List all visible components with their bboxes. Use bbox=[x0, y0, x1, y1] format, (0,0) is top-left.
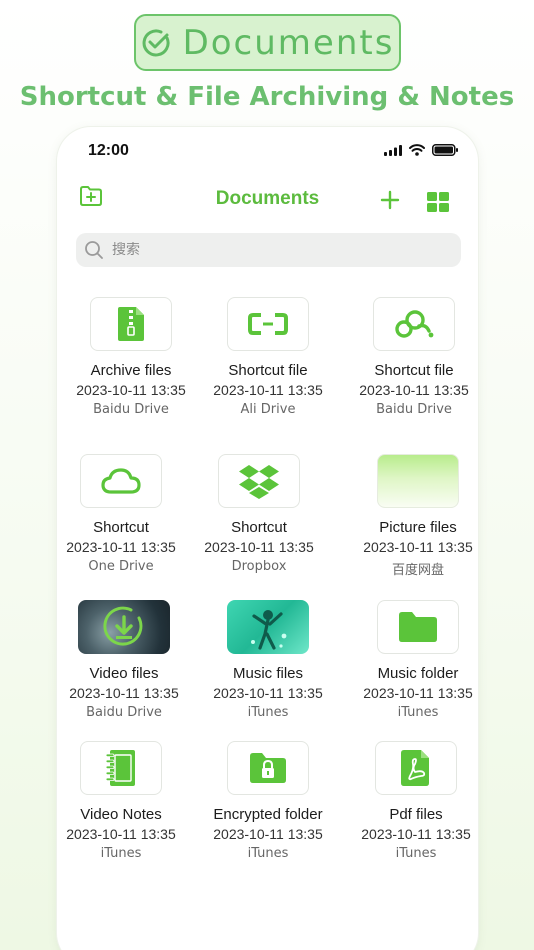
file-tile[interactable]: Picture files 2023-10-11 13:35 百度网盘 bbox=[344, 454, 492, 578]
file-date: 2023-10-11 13:35 bbox=[359, 382, 469, 398]
file-date: 2023-10-11 13:35 bbox=[66, 826, 176, 842]
cloud-icon bbox=[101, 468, 141, 494]
file-source: Baidu Drive bbox=[93, 402, 169, 417]
lock-folder-icon bbox=[250, 753, 286, 783]
file-date: 2023-10-11 13:35 bbox=[66, 539, 176, 555]
grid-icon bbox=[427, 192, 449, 212]
file-date: 2023-10-11 13:35 bbox=[361, 826, 471, 842]
file-name: Video Notes bbox=[80, 806, 162, 823]
video-thumbnail bbox=[78, 600, 170, 654]
file-tile[interactable]: Music files 2023-10-11 13:35 iTunes bbox=[194, 600, 342, 720]
battery-icon bbox=[432, 144, 458, 156]
file-source: Baidu Drive bbox=[376, 402, 452, 417]
file-name: Music files bbox=[232, 665, 303, 682]
file-source: Baidu Drive bbox=[86, 705, 162, 720]
search-input[interactable] bbox=[112, 242, 442, 258]
tagline: Shortcut & File Archiving & Notes bbox=[19, 82, 515, 112]
file-source: One Drive bbox=[88, 559, 154, 574]
signal-icon bbox=[384, 144, 402, 156]
archive-file-icon bbox=[118, 307, 144, 341]
folder-icon bbox=[399, 612, 437, 642]
wifi-icon bbox=[409, 144, 425, 156]
file-thumb bbox=[373, 297, 455, 351]
file-tile[interactable]: Shortcut 2023-10-11 13:35 One Drive bbox=[47, 454, 195, 574]
grid-view-button[interactable] bbox=[427, 192, 449, 217]
file-name: Shortcut bbox=[93, 519, 149, 536]
notebook-icon bbox=[106, 750, 135, 786]
dropbox-icon bbox=[239, 465, 279, 499]
file-date: 2023-10-11 13:35 bbox=[213, 826, 323, 842]
file-source: iTunes bbox=[247, 846, 289, 861]
file-name: Music folder bbox=[377, 665, 459, 682]
baidu-cloud-icon bbox=[395, 310, 434, 338]
file-source: Ali Drive bbox=[240, 402, 296, 417]
file-name: Shortcut bbox=[231, 519, 287, 536]
file-tile[interactable]: Shortcut file 2023-10-11 13:35 Ali Drive bbox=[194, 297, 342, 417]
check-circle-icon bbox=[142, 28, 170, 56]
file-name: Video files bbox=[89, 665, 159, 682]
file-thumb bbox=[218, 454, 300, 508]
file-thumb bbox=[80, 741, 162, 795]
file-source: iTunes bbox=[395, 846, 437, 861]
status-icons bbox=[384, 144, 458, 156]
file-tile[interactable]: Music folder 2023-10-11 13:35 iTunes bbox=[344, 600, 492, 720]
pdf-file-icon bbox=[401, 750, 429, 786]
file-tile[interactable]: Video Notes 2023-10-11 13:35 iTunes bbox=[47, 741, 195, 861]
file-thumb bbox=[90, 297, 172, 351]
file-name: Archive files bbox=[90, 362, 172, 379]
picture-thumbnail bbox=[377, 454, 459, 508]
file-source: iTunes bbox=[247, 705, 289, 720]
app-name-badge: Documents bbox=[134, 14, 401, 71]
file-tile[interactable]: Shortcut file 2023-10-11 13:35 Baidu Dri… bbox=[340, 297, 488, 417]
dancer-figure-icon bbox=[251, 610, 287, 650]
file-date: 2023-10-11 13:35 bbox=[204, 539, 314, 555]
search-icon bbox=[85, 241, 103, 259]
file-date: 2023-10-11 13:35 bbox=[76, 382, 186, 398]
page-title: Documents bbox=[215, 188, 320, 209]
file-source: Dropbox bbox=[231, 559, 287, 574]
ali-cloud-icon bbox=[248, 313, 288, 335]
file-date: 2023-10-11 13:35 bbox=[363, 539, 473, 555]
file-name: Pdf files bbox=[389, 806, 443, 823]
file-thumb bbox=[375, 741, 457, 795]
download-icon bbox=[103, 606, 143, 646]
badge-label: Documents bbox=[182, 22, 395, 63]
add-button[interactable] bbox=[379, 189, 401, 216]
file-name: Encrypted folder bbox=[213, 806, 323, 823]
status-time: 12:00 bbox=[88, 142, 129, 159]
file-tile[interactable]: Archive files 2023-10-11 13:35 Baidu Dri… bbox=[57, 297, 205, 417]
file-date: 2023-10-11 13:35 bbox=[69, 685, 179, 701]
search-bar[interactable] bbox=[76, 233, 461, 267]
file-source: iTunes bbox=[397, 705, 439, 720]
file-date: 2023-10-11 13:35 bbox=[363, 685, 473, 701]
file-tile[interactable]: Video files 2023-10-11 13:35 Baidu Drive bbox=[50, 600, 198, 720]
file-thumb bbox=[377, 600, 459, 654]
music-thumbnail bbox=[227, 600, 309, 654]
file-source: iTunes bbox=[100, 846, 142, 861]
file-date: 2023-10-11 13:35 bbox=[213, 685, 323, 701]
file-date: 2023-10-11 13:35 bbox=[213, 382, 323, 398]
file-tile[interactable]: Encrypted folder 2023-10-11 13:35 iTunes bbox=[194, 741, 342, 861]
file-name: Shortcut file bbox=[228, 362, 308, 379]
file-thumb bbox=[227, 297, 309, 351]
file-source: 百度网盘 bbox=[391, 563, 444, 578]
file-tile[interactable]: Shortcut 2023-10-11 13:35 Dropbox bbox=[185, 454, 333, 574]
file-name: Picture files bbox=[379, 519, 457, 536]
plus-icon bbox=[380, 190, 400, 210]
file-name: Shortcut file bbox=[374, 362, 454, 379]
file-thumb bbox=[80, 454, 162, 508]
phone-screen: 12:00 Documents 搜索 Archive files 2023-10… bbox=[57, 127, 478, 950]
file-tile[interactable]: Pdf files 2023-10-11 13:35 iTunes bbox=[342, 741, 490, 861]
file-thumb bbox=[227, 741, 309, 795]
